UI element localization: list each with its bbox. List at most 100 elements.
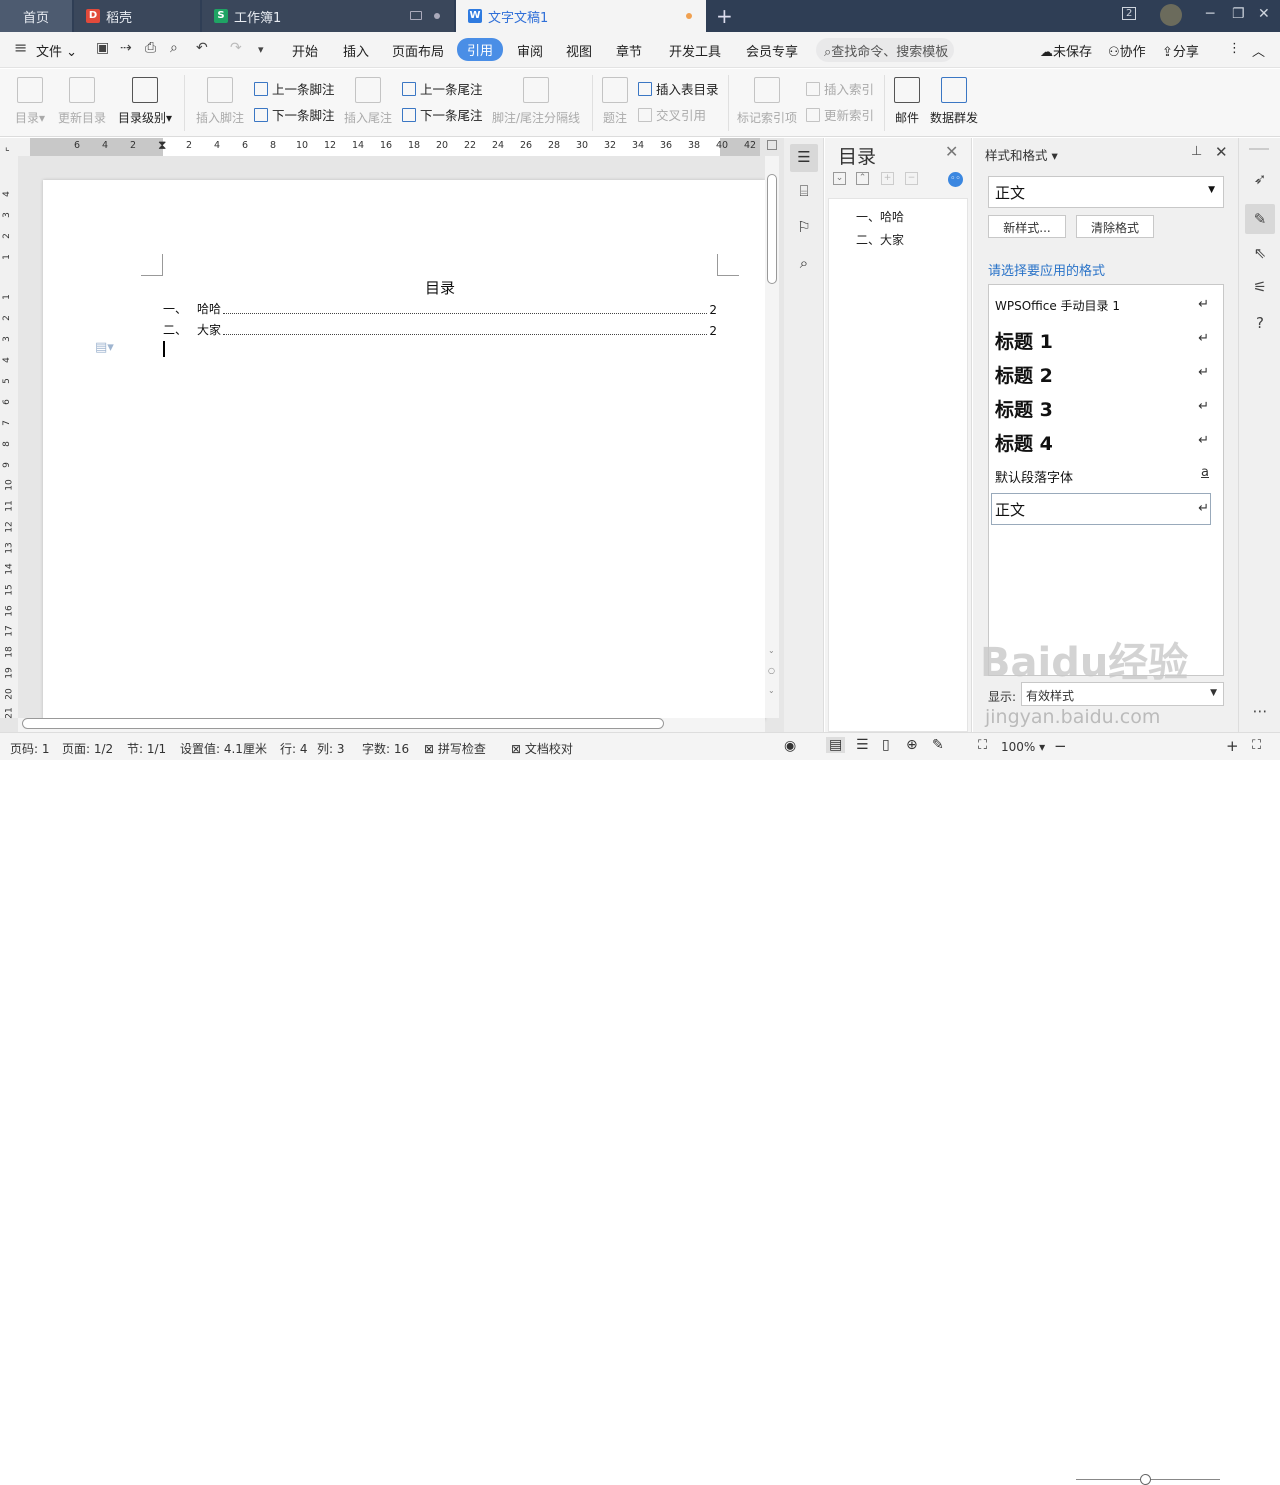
- status-words[interactable]: 字数: 16: [362, 740, 409, 757]
- prev-page-icon[interactable]: ⌄: [768, 646, 775, 655]
- monitor-icon[interactable]: [410, 11, 422, 20]
- styles-pane-title[interactable]: 样式和格式 ▾: [985, 145, 1058, 164]
- menu-chapter[interactable]: 章节: [616, 41, 642, 60]
- style-item-selected[interactable]: 正文: [991, 493, 1211, 525]
- fullscreen-icon[interactable]: ⛶: [1252, 738, 1261, 753]
- export-icon[interactable]: ⇢: [120, 40, 132, 56]
- toc-button[interactable]: 目录▾: [10, 73, 50, 126]
- caption-button[interactable]: 题注: [600, 73, 630, 126]
- style-item[interactable]: 标题 4: [995, 429, 1053, 456]
- style-brush-icon[interactable]: ✎: [1245, 204, 1275, 234]
- vertical-scrollbar[interactable]: ⌄ ○ ⌄: [765, 156, 779, 718]
- smart-icon[interactable]: ◦◦: [948, 172, 963, 187]
- reading-view-icon[interactable]: ▯: [882, 737, 890, 753]
- select-cursor-icon[interactable]: ⇖: [1249, 244, 1271, 266]
- new-style-button[interactable]: 新样式...: [988, 215, 1066, 238]
- menu-insert[interactable]: 插入: [343, 41, 369, 60]
- update-index-button[interactable]: 更新索引: [806, 105, 874, 124]
- mark-index-button[interactable]: 标记索引项: [736, 73, 798, 126]
- tab-workbook[interactable]: S 工作簿1: [202, 0, 454, 32]
- status-col[interactable]: 列: 3: [317, 740, 345, 757]
- status-page-code[interactable]: 页码: 1: [10, 740, 50, 757]
- nav-item[interactable]: 一、哈哈: [856, 208, 904, 225]
- zoom-slider-thumb[interactable]: [1140, 1474, 1151, 1485]
- nav-item[interactable]: 二、大家: [856, 231, 904, 248]
- tab-document[interactable]: W 文字文稿1: [456, 0, 706, 32]
- style-item[interactable]: WPSOffice 手动目录 1: [995, 297, 1120, 314]
- status-page[interactable]: 页面: 1/2: [62, 740, 113, 757]
- style-item[interactable]: 默认段落字体: [995, 467, 1073, 486]
- zoom-select[interactable]: 100% ▾: [1001, 740, 1045, 754]
- scroll-thumb[interactable]: [767, 174, 777, 284]
- status-setting[interactable]: 设置值: 4.1厘米: [180, 740, 267, 757]
- help-icon[interactable]: ?: [1249, 314, 1271, 336]
- redo-icon[interactable]: ↷: [230, 40, 242, 56]
- bookmark-icon[interactable]: ⚐: [793, 218, 815, 240]
- window-count-badge[interactable]: 2: [1122, 7, 1137, 20]
- footnote-separator-button[interactable]: 脚注/尾注分隔线: [490, 73, 582, 126]
- expand-down-icon[interactable]: ⌄: [833, 172, 846, 185]
- document-page[interactable]: 目录 一、 哈哈 2 二、 大家 2 ▤▾: [43, 180, 765, 720]
- paragraph-options-icon[interactable]: ▤▾: [95, 340, 114, 355]
- indent-marker[interactable]: ⧗: [158, 138, 166, 153]
- vertical-ruler[interactable]: 4 3 2 1 1 2 3 4 5 6 7 8 9 10 11 12 13 14…: [0, 156, 18, 719]
- collapse-ribbon-icon[interactable]: ︿: [1252, 41, 1265, 60]
- horizontal-scrollbar[interactable]: [18, 718, 765, 732]
- horizontal-ruler[interactable]: 6 4 2 ⧗ 2 4 6 8 10 12 14 16 18 20 22 24 …: [30, 138, 760, 156]
- fit-page-icon[interactable]: ⛶: [978, 738, 987, 753]
- close-icon[interactable]: ✕: [945, 142, 958, 161]
- print-icon[interactable]: ⎙: [145, 40, 156, 56]
- menu-member[interactable]: 会员专享: [746, 41, 798, 60]
- web-view-icon[interactable]: ⊕: [906, 737, 918, 753]
- more-icon[interactable]: ⋮: [1228, 41, 1241, 56]
- minimize-icon[interactable]: ─: [1206, 6, 1214, 22]
- avatar[interactable]: [1160, 4, 1182, 26]
- tab-home[interactable]: 首页: [0, 0, 72, 32]
- write-view-icon[interactable]: ✎: [932, 737, 944, 753]
- hamburger-icon[interactable]: ≡: [14, 38, 27, 57]
- more-icon[interactable]: ⋯: [1249, 702, 1271, 724]
- scroll-thumb[interactable]: [22, 718, 664, 729]
- ruler-toggle-icon[interactable]: [767, 140, 777, 150]
- insert-footnote-button[interactable]: 插入脚注: [192, 73, 248, 126]
- update-toc-button[interactable]: 更新目录: [56, 73, 108, 126]
- prev-endnote-button[interactable]: 上一条尾注: [402, 79, 483, 98]
- menu-devtools[interactable]: 开发工具: [669, 41, 721, 60]
- remove-icon[interactable]: −: [905, 172, 918, 185]
- mail-button[interactable]: 邮件: [892, 73, 922, 126]
- tab-stop-selector[interactable]: ⌞: [0, 138, 30, 156]
- style-item[interactable]: 标题 3: [995, 395, 1053, 422]
- status-row[interactable]: 行: 4: [280, 740, 308, 757]
- menu-view[interactable]: 视图: [566, 41, 592, 60]
- menu-references[interactable]: 引用: [457, 38, 504, 61]
- insert-index-button[interactable]: 插入索引: [806, 79, 874, 98]
- pin-icon[interactable]: ⊥: [1191, 144, 1202, 159]
- collab-button[interactable]: ⚇协作: [1108, 41, 1146, 60]
- page-view-icon[interactable]: ▤: [826, 737, 846, 753]
- command-search-input[interactable]: ⌕查找命令、搜索模板: [816, 38, 954, 62]
- menu-start[interactable]: 开始: [292, 41, 318, 60]
- restore-icon[interactable]: ❐: [1232, 6, 1245, 22]
- unsaved-button[interactable]: ☁未保存: [1040, 41, 1092, 60]
- cross-ref-button[interactable]: 交叉引用: [638, 105, 706, 124]
- toc-pane-icon[interactable]: ☰: [790, 144, 818, 172]
- share-button[interactable]: ⇪分享: [1162, 41, 1199, 60]
- clear-format-button[interactable]: 清除格式: [1076, 215, 1154, 238]
- zoom-out-button[interactable]: −: [1054, 737, 1067, 755]
- insert-endnote-button[interactable]: 插入尾注: [342, 73, 394, 126]
- collapse-up-icon[interactable]: ⌃: [856, 172, 869, 185]
- next-footnote-button[interactable]: 下一条脚注: [254, 105, 335, 124]
- tab-docer[interactable]: D 稻壳: [74, 0, 200, 32]
- add-icon[interactable]: +: [881, 172, 894, 185]
- close-icon[interactable]: ✕: [1215, 143, 1228, 161]
- new-tab-button[interactable]: +: [716, 4, 733, 28]
- current-style-select[interactable]: 正文 ▼: [988, 176, 1224, 208]
- grip-icon[interactable]: [1249, 148, 1269, 150]
- customize-icon[interactable]: ▾: [258, 43, 264, 56]
- zoom-in-button[interactable]: +: [1226, 737, 1239, 755]
- menu-review[interactable]: 审阅: [517, 41, 543, 60]
- save-icon[interactable]: ▣: [96, 40, 109, 56]
- spell-check-button[interactable]: ⊠ 拼写检查: [424, 740, 486, 757]
- close-icon[interactable]: ✕: [1258, 6, 1270, 22]
- outline-view-icon[interactable]: ☰: [856, 737, 869, 753]
